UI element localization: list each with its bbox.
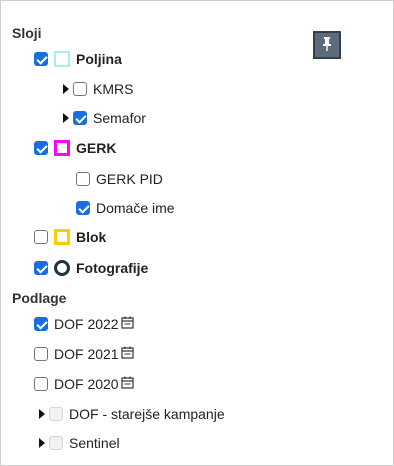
basemap-item-dof-2021[interactable]: DOF 2021	[34, 343, 134, 365]
basemap-item-sentinel[interactable]: Sentinel	[39, 432, 120, 454]
layer-item-blok[interactable]: Blok	[34, 226, 106, 248]
layer-checkbox-domace-ime[interactable]	[76, 201, 90, 215]
layer-label-domace-ime: Domače ime	[96, 200, 175, 216]
gerk-symbol-icon	[54, 140, 70, 156]
layer-item-domace-ime[interactable]: Domače ime	[76, 197, 175, 219]
pin-button[interactable]	[313, 31, 341, 59]
basemap-label-dof-starejse: DOF - starejše kampanje	[69, 406, 225, 422]
expand-dof-starejse-caret-icon[interactable]	[39, 409, 45, 419]
basemap-checkbox-dof-starejse	[49, 407, 63, 421]
basemaps-heading: Podlage	[12, 290, 67, 306]
layer-checkbox-gerk[interactable]	[34, 141, 48, 155]
layer-item-gerk-pid[interactable]: GERK PID	[76, 168, 163, 190]
layer-checkbox-kmrs[interactable]	[73, 82, 87, 96]
layer-item-fotografije[interactable]: Fotografije	[34, 257, 148, 279]
layer-label-blok: Blok	[76, 229, 107, 245]
layer-label-fotografije: Fotografije	[76, 260, 149, 276]
basemap-label-dof-2021: DOF 2021	[54, 346, 119, 362]
basemap-checkbox-dof-2022[interactable]	[34, 317, 48, 331]
layer-label-semafor: Semafor	[93, 110, 146, 126]
layers-panel: Sloji Poljina KMRS Semafor GERK GERK PID…	[0, 0, 394, 466]
layer-item-semafor[interactable]: Semafor	[63, 107, 146, 129]
layer-checkbox-blok[interactable]	[34, 230, 48, 244]
expand-kmrs-caret-icon[interactable]	[63, 84, 69, 94]
layer-item-gerk[interactable]: GERK	[34, 137, 116, 159]
calendar-icon[interactable]	[120, 376, 134, 392]
basemap-checkbox-dof-2021[interactable]	[34, 347, 48, 361]
calendar-icon[interactable]	[120, 316, 134, 332]
blok-symbol-icon	[54, 229, 70, 245]
pin-icon	[321, 36, 333, 55]
layer-label-gerk-pid: GERK PID	[96, 171, 163, 187]
basemap-item-dof-starejse[interactable]: DOF - starejše kampanje	[39, 403, 225, 425]
basemap-item-dof-2020[interactable]: DOF 2020	[34, 373, 134, 395]
layer-item-kmrs[interactable]: KMRS	[63, 78, 133, 100]
expand-sentinel-caret-icon[interactable]	[39, 438, 45, 448]
fotografije-symbol-icon	[54, 260, 70, 276]
layer-checkbox-gerk-pid[interactable]	[76, 172, 90, 186]
basemap-label-sentinel: Sentinel	[69, 435, 120, 451]
basemap-label-dof-2022: DOF 2022	[54, 316, 119, 332]
calendar-icon[interactable]	[120, 346, 134, 362]
layer-checkbox-poljina[interactable]	[34, 52, 48, 66]
basemap-item-dof-2022[interactable]: DOF 2022	[34, 313, 134, 335]
basemap-label-dof-2020: DOF 2020	[54, 376, 119, 392]
layer-item-poljina[interactable]: Poljina	[34, 48, 122, 70]
layer-checkbox-fotografije[interactable]	[34, 261, 48, 275]
expand-semafor-caret-icon[interactable]	[63, 113, 69, 123]
basemap-checkbox-sentinel	[49, 436, 63, 450]
poljina-symbol-icon	[54, 51, 70, 67]
layers-heading: Sloji	[12, 25, 42, 41]
basemap-checkbox-dof-2020[interactable]	[34, 377, 48, 391]
layer-label-poljina: Poljina	[76, 51, 122, 67]
layer-label-kmrs: KMRS	[93, 81, 134, 97]
layer-label-gerk: GERK	[76, 140, 117, 156]
layer-checkbox-semafor[interactable]	[73, 111, 87, 125]
